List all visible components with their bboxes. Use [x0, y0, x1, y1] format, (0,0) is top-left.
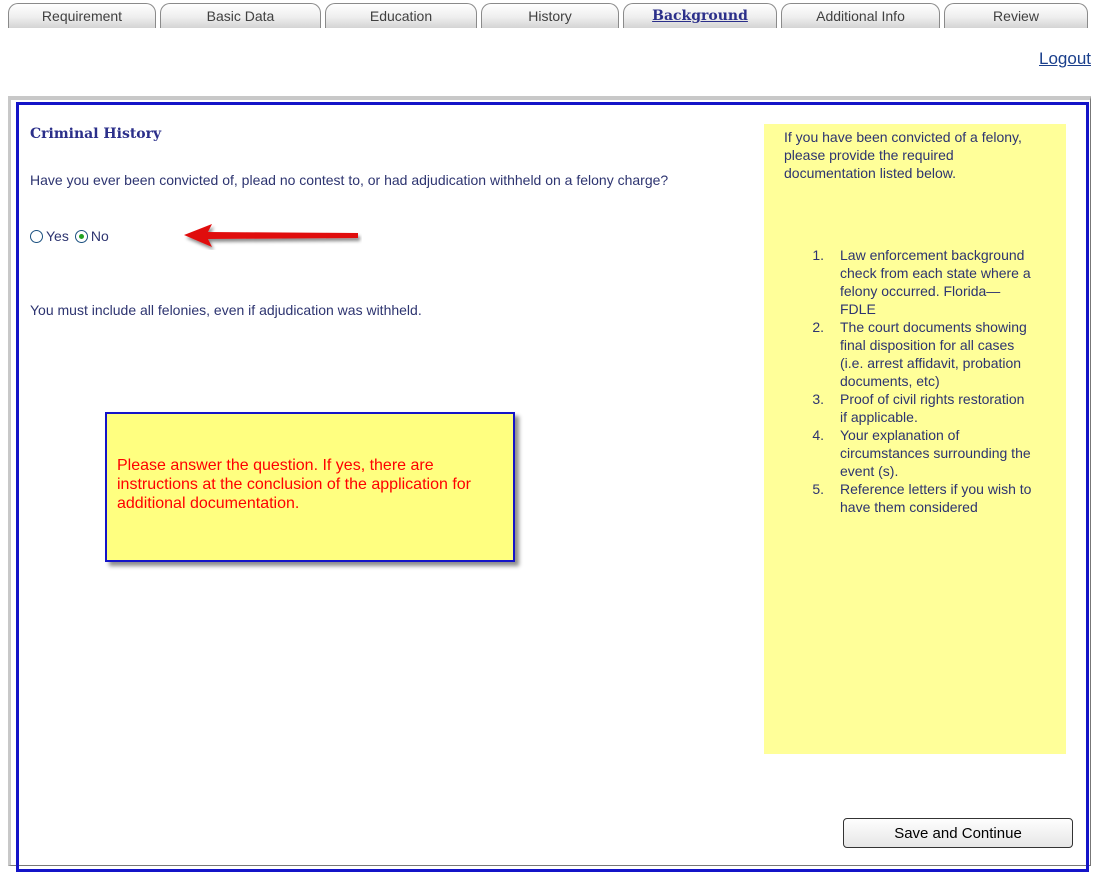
list-item-number: 3.	[812, 391, 824, 407]
list-item: 5. Reference letters if you wish to have…	[808, 480, 1058, 516]
no-radio[interactable]	[74, 229, 88, 243]
list-item-text: The court documents showing final dispos…	[840, 319, 1027, 389]
callout-text: Please answer the question. If yes, ther…	[117, 457, 471, 512]
section-title: Criminal History	[30, 126, 162, 142]
list-item-number: 5.	[812, 481, 824, 497]
yes-radio-label[interactable]: Yes	[46, 228, 69, 244]
yes-radio[interactable]	[30, 229, 43, 243]
list-item-number: 2.	[812, 319, 824, 335]
list-item-text: Your explanation of circumstances surrou…	[840, 427, 1031, 479]
tab-history[interactable]: History	[481, 3, 619, 28]
list-item-text: Law enforcement background check from ea…	[840, 247, 1031, 317]
list-item-text: Reference letters if you wish to have th…	[840, 481, 1032, 515]
tab-background[interactable]: Background	[623, 3, 777, 28]
tab-education[interactable]: Education	[325, 3, 477, 28]
list-item: 4. Your explanation of circumstances sur…	[808, 426, 1058, 480]
list-item-number: 1.	[812, 247, 824, 263]
felony-question: Have you ever been convicted of, plead n…	[30, 172, 669, 188]
tab-additional-info[interactable]: Additional Info	[781, 3, 940, 28]
tab-basic-data[interactable]: Basic Data	[160, 3, 321, 28]
felony-radio-group: Yes No	[30, 228, 109, 244]
tab-review[interactable]: Review	[944, 3, 1088, 28]
tab-requirement[interactable]: Requirement	[8, 3, 156, 28]
no-radio-label[interactable]: No	[91, 228, 109, 244]
documentation-sidebar: If you have been convicted of a felony, …	[764, 124, 1066, 754]
save-and-continue-button[interactable]: Save and Continue	[843, 818, 1073, 848]
logout-link[interactable]: Logout	[1039, 49, 1091, 69]
sidebar-intro: If you have been convicted of a felony, …	[784, 129, 1022, 181]
list-item: 2. The court documents showing final dis…	[808, 318, 1058, 390]
documentation-list: 1. Law enforcement background check from…	[808, 246, 1058, 516]
list-item-number: 4.	[812, 427, 824, 443]
list-item: 1. Law enforcement background check from…	[808, 246, 1058, 318]
instruction-callout: Please answer the question. If yes, ther…	[105, 412, 515, 562]
tab-bar: Requirement Basic Data Education History…	[8, 0, 1088, 30]
list-item: 3. Proof of civil rights restoration if …	[808, 390, 1058, 426]
list-item-text: Proof of civil rights restoration if app…	[840, 391, 1025, 425]
red-arrow-icon	[184, 224, 358, 247]
felony-note: You must include all felonies, even if a…	[30, 302, 422, 318]
